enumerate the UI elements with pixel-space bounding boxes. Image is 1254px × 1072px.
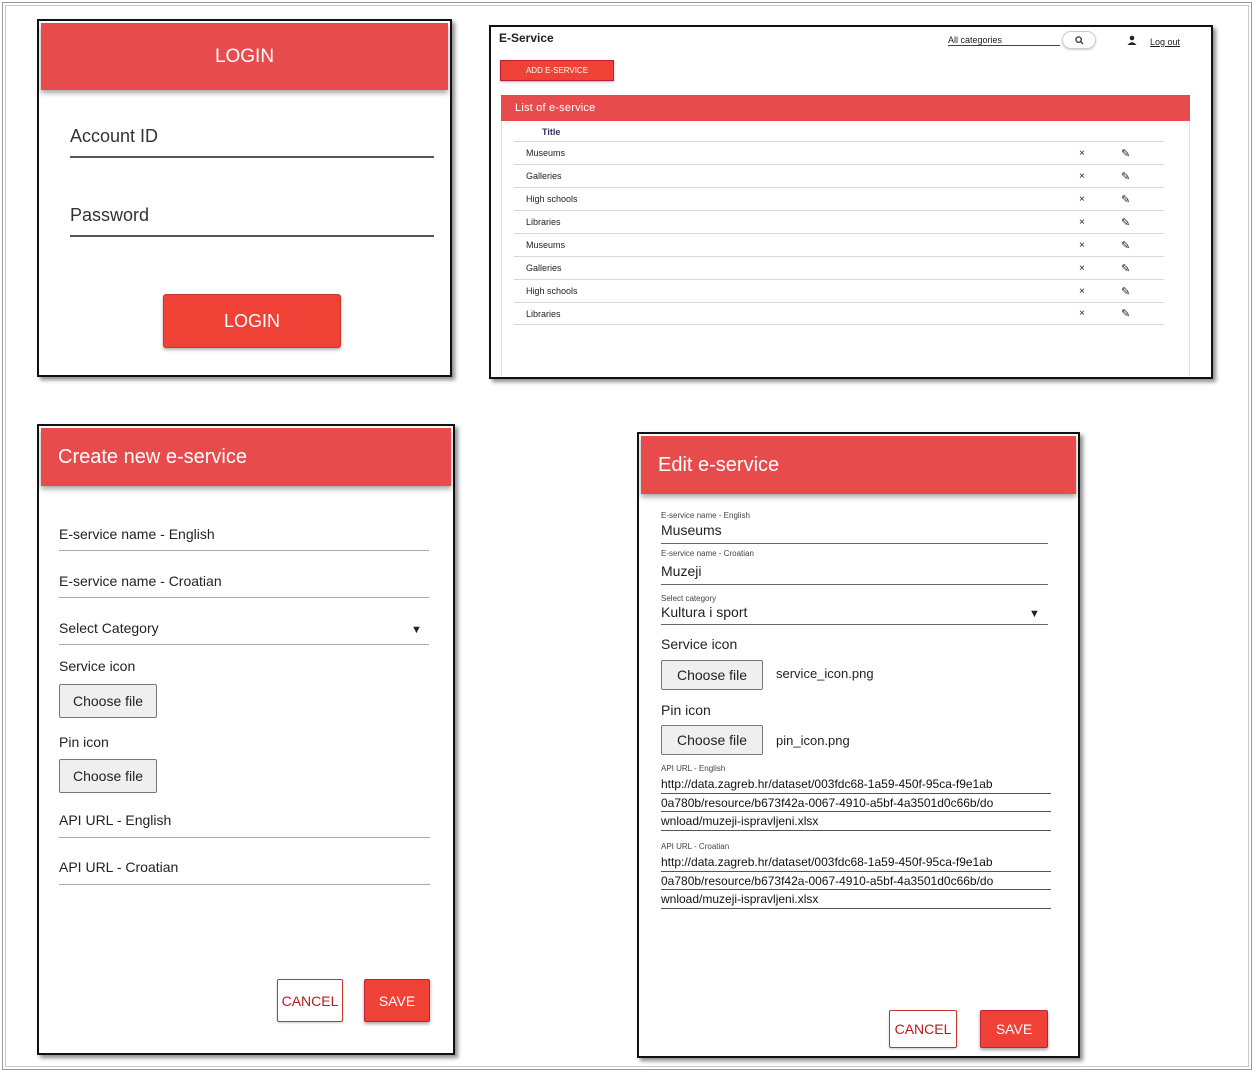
row-title: Galleries [526, 263, 562, 273]
person-icon [1127, 35, 1137, 48]
name-english-input[interactable]: E-service name - English [59, 526, 429, 551]
api-url-english-label: API URL - English [661, 764, 726, 773]
name-english-placeholder: E-service name - English [59, 526, 215, 542]
edit-eservice-panel: Edit e-service E-service name - English … [637, 432, 1080, 1058]
delete-icon[interactable]: × [1079, 171, 1085, 182]
account-id-input[interactable]: Account ID [70, 126, 434, 158]
edit-title: Edit e-service [641, 436, 1076, 494]
api-url-croatian-line: 0a780b/resource/b673f42a-0067-4910-a5bf-… [661, 872, 1051, 890]
api-url-croatian-line: wnload/muzeji-ispravljeni.xlsx [661, 890, 1051, 909]
service-icon-filename: service_icon.png [776, 666, 874, 681]
create-title: Create new e-service [41, 428, 451, 486]
api-url-croatian-label: API URL - Croatian [661, 842, 730, 851]
logout-link[interactable]: Log out [1150, 37, 1180, 47]
edit-icon[interactable]: ✎ [1121, 262, 1130, 275]
pin-icon-choose-file-button[interactable]: Choose file [59, 759, 157, 793]
column-header-title: Title [542, 127, 561, 137]
row-title: High schools [526, 286, 578, 296]
category-placeholder: Select Category [59, 620, 159, 636]
save-button[interactable]: SAVE [980, 1010, 1048, 1048]
category-value: Kultura i sport [661, 604, 748, 620]
row-title: Museums [526, 148, 566, 158]
row-title: High schools [526, 194, 578, 204]
api-url-croatian-placeholder: API URL - Croatian [59, 859, 179, 875]
name-english-input[interactable]: Museums [661, 522, 1048, 544]
delete-icon[interactable]: × [1079, 286, 1085, 297]
api-url-english-input[interactable]: http://data.zagreb.hr/dataset/003fdc68-1… [661, 775, 1051, 831]
login-title: LOGIN [41, 23, 448, 90]
row-title: Libraries [526, 308, 561, 319]
edit-icon[interactable]: ✎ [1121, 307, 1130, 320]
chevron-down-icon: ▼ [1029, 608, 1040, 620]
row-title: Museums [526, 240, 566, 250]
api-url-english-line: 0a780b/resource/b673f42a-0067-4910-a5bf-… [661, 794, 1051, 812]
add-eservice-button[interactable]: ADD E-SERVICE [500, 60, 614, 81]
delete-icon[interactable]: × [1079, 217, 1085, 228]
edit-icon[interactable]: ✎ [1121, 193, 1130, 206]
table-row: Libraries × ✎ [514, 210, 1164, 233]
password-placeholder: Password [70, 205, 150, 225]
table-row: High schools × ✎ [514, 187, 1164, 210]
name-croatian-label: E-service name - Croatian [661, 549, 754, 558]
category-select[interactable]: Kultura i sport [661, 604, 1048, 625]
name-croatian-input[interactable]: Muzeji [661, 563, 1048, 585]
table-row: High schools × ✎ [514, 279, 1164, 302]
eservice-list-panel: E-Service All categories Log out ADD E-S… [489, 25, 1213, 379]
edit-icon[interactable]: ✎ [1121, 170, 1130, 183]
delete-icon[interactable]: × [1079, 148, 1085, 159]
name-english-label: E-service name - English [661, 511, 750, 520]
api-url-croatian-line: http://data.zagreb.hr/dataset/003fdc68-1… [661, 853, 1051, 872]
table-row: Libraries × ✎ [514, 302, 1164, 325]
delete-icon[interactable]: × [1079, 308, 1085, 319]
api-url-croatian-input[interactable]: http://data.zagreb.hr/dataset/003fdc68-1… [661, 853, 1051, 909]
name-croatian-input[interactable]: E-service name - Croatian [59, 573, 429, 598]
name-croatian-value: Muzeji [661, 563, 702, 579]
service-icon-choose-file-button[interactable]: Choose file [661, 660, 763, 690]
pin-icon-choose-file-button[interactable]: Choose file [661, 725, 763, 755]
category-select[interactable]: Select Category [59, 620, 429, 645]
pin-icon-label: Pin icon [59, 734, 109, 750]
edit-icon[interactable]: ✎ [1121, 239, 1130, 252]
pin-icon-filename: pin_icon.png [776, 733, 850, 748]
category-label: Select category [661, 594, 717, 603]
api-url-croatian-input[interactable]: API URL - Croatian [59, 859, 430, 885]
cancel-button[interactable]: CANCEL [889, 1010, 957, 1048]
list-section-header: List of e-service [501, 95, 1190, 121]
login-panel: LOGIN Account ID Password LOGIN [37, 19, 452, 377]
account-id-placeholder: Account ID [70, 126, 159, 146]
create-eservice-panel: Create new e-service E-service name - En… [37, 424, 455, 1055]
delete-icon[interactable]: × [1079, 263, 1085, 274]
chevron-down-icon: ▼ [411, 624, 422, 636]
save-button[interactable]: SAVE [364, 979, 430, 1022]
table-row: Galleries × ✎ [514, 164, 1164, 187]
table-row: Museums × ✎ [514, 233, 1164, 256]
row-title: Galleries [526, 171, 562, 181]
table-row: Museums × ✎ [514, 141, 1164, 164]
delete-icon[interactable]: × [1079, 240, 1085, 251]
api-url-english-line: http://data.zagreb.hr/dataset/003fdc68-1… [661, 775, 1051, 794]
row-title: Libraries [526, 217, 561, 227]
password-input[interactable]: Password [70, 205, 434, 237]
edit-icon[interactable]: ✎ [1121, 147, 1130, 160]
api-url-english-placeholder: API URL - English [59, 812, 172, 828]
service-icon-label: Service icon [59, 658, 136, 674]
table-row: Galleries × ✎ [514, 256, 1164, 279]
api-url-english-line: wnload/muzeji-ispravljeni.xlsx [661, 812, 1051, 831]
search-button[interactable] [1062, 31, 1096, 49]
edit-icon[interactable]: ✎ [1121, 285, 1130, 298]
service-icon-label: Service icon [661, 636, 738, 652]
cancel-button[interactable]: CANCEL [277, 979, 343, 1022]
api-url-english-input[interactable]: API URL - English [59, 812, 430, 838]
name-croatian-placeholder: E-service name - Croatian [59, 573, 222, 589]
search-icon [1074, 35, 1084, 45]
app-title: E-Service [499, 31, 554, 45]
name-english-value: Museums [661, 522, 722, 538]
edit-icon[interactable]: ✎ [1121, 216, 1130, 229]
delete-icon[interactable]: × [1079, 194, 1085, 205]
service-icon-choose-file-button[interactable]: Choose file [59, 684, 157, 718]
category-filter-select[interactable]: All categories [948, 35, 1060, 46]
pin-icon-label: Pin icon [661, 702, 711, 718]
login-button[interactable]: LOGIN [163, 294, 341, 348]
